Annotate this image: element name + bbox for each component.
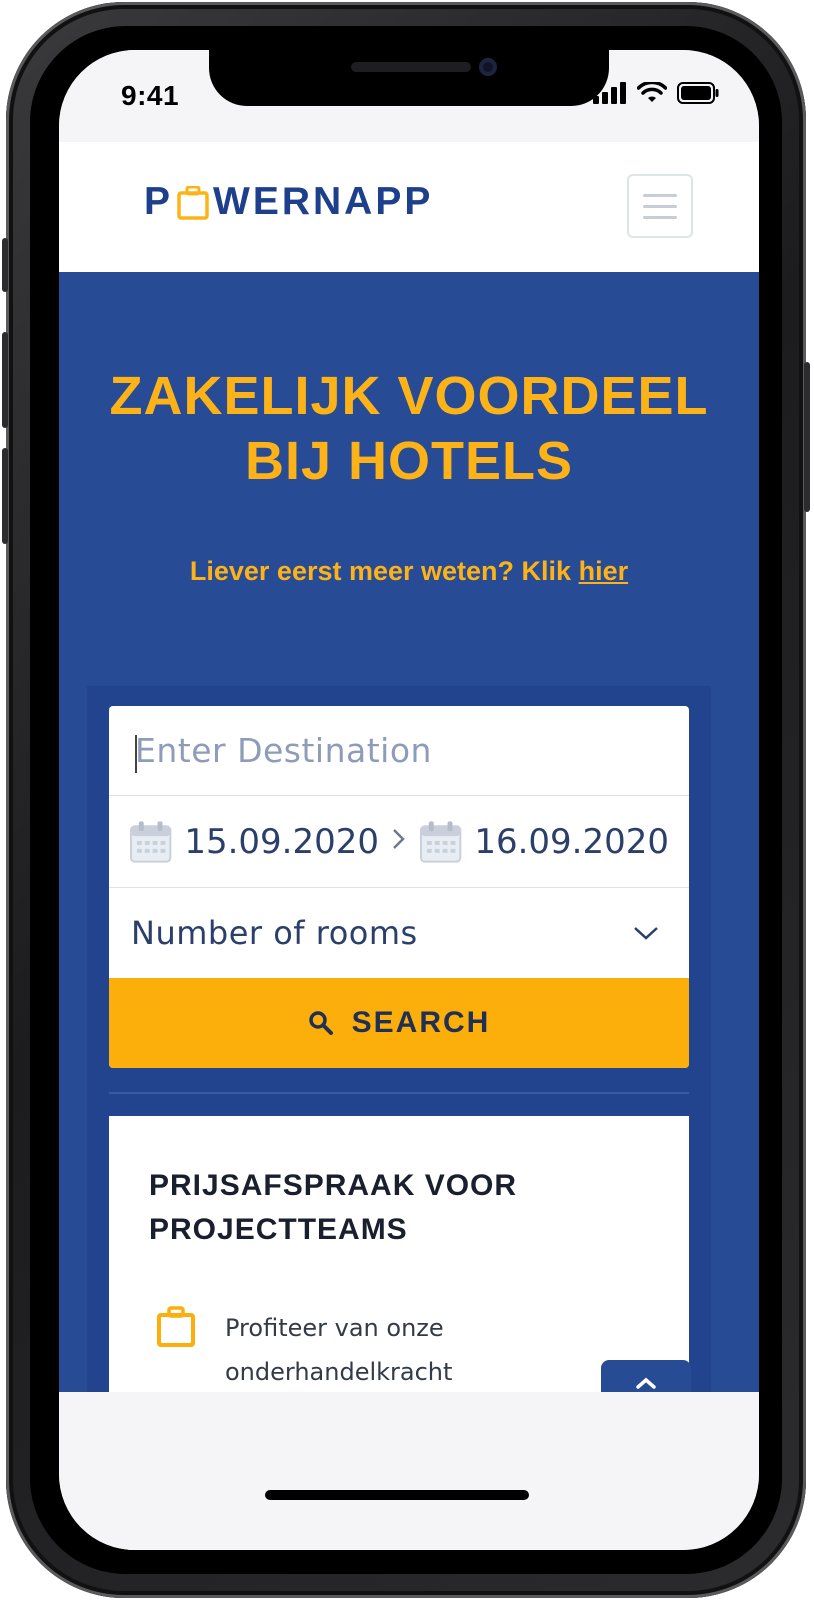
search-form: 15.09.2020 xyxy=(109,706,689,1068)
chevron-down-icon xyxy=(634,927,658,940)
destination-input[interactable] xyxy=(135,731,655,770)
menu-bar-icon xyxy=(643,204,677,208)
status-icons xyxy=(593,82,719,104)
volume-down-button xyxy=(2,448,8,544)
more-info-link[interactable]: hier xyxy=(579,556,629,586)
benefit-item: Profiteer van onze onderhandelkracht xyxy=(157,1306,545,1394)
speaker-grille xyxy=(351,62,471,72)
hero-subtitle: Liever eerst meer weten? Klik hier xyxy=(59,556,759,587)
rooms-select[interactable]: Number of rooms xyxy=(109,888,689,978)
search-panel: 15.09.2020 xyxy=(87,686,711,1406)
calendar-icon xyxy=(129,820,172,863)
front-camera xyxy=(479,58,497,76)
search-button[interactable]: SEARCH xyxy=(109,978,689,1068)
chevron-up-icon xyxy=(636,1377,656,1389)
powernapp-logo[interactable]: P WERNAPP xyxy=(144,180,433,224)
hero-title: ZAKELIJK VOORDEEL BIJ HOTELS xyxy=(109,366,709,491)
divider xyxy=(109,1092,689,1094)
hero-subtitle-text: Liever eerst meer weten? Klik xyxy=(189,556,572,586)
browser-bottom-area xyxy=(59,1392,759,1550)
battery-icon xyxy=(677,82,719,104)
status-time: 9:41 xyxy=(121,80,180,111)
benefit-text: Profiteer van onze onderhandelkracht xyxy=(225,1314,453,1386)
destination-field[interactable] xyxy=(109,706,689,796)
mute-switch xyxy=(2,238,8,292)
screen: 9:41 P WERNAPP ZAKELIJK VOORDEEL BIJ HOT… xyxy=(59,50,759,1550)
navbar: P WERNAPP xyxy=(59,142,759,272)
search-button-label: SEARCH xyxy=(351,1006,491,1039)
wifi-icon xyxy=(637,82,667,102)
volume-up-button xyxy=(2,332,8,428)
date-range-field: 15.09.2020 16.09.2020 xyxy=(109,796,689,888)
rooms-select-label: Number of rooms xyxy=(131,914,418,952)
menu-bar-icon xyxy=(643,193,677,197)
power-button xyxy=(804,362,810,512)
chevron-right-icon xyxy=(379,827,419,857)
checkout-date[interactable]: 16.09.2020 xyxy=(419,820,669,864)
logo-text-start: P xyxy=(144,180,174,223)
suitcase-icon xyxy=(157,1306,195,1347)
calendar-icon xyxy=(419,820,462,863)
hamburger-menu-button[interactable] xyxy=(627,174,693,238)
notch xyxy=(209,50,609,106)
suitcase-icon xyxy=(177,185,209,220)
checkin-date-text: 15.09.2020 xyxy=(184,821,379,862)
text-caret xyxy=(135,735,137,773)
hero-section: ZAKELIJK VOORDEEL BIJ HOTELS Liever eers… xyxy=(59,272,759,1406)
checkin-date[interactable]: 15.09.2020 xyxy=(129,820,379,864)
search-icon xyxy=(308,1011,333,1035)
logo-text-end: WERNAPP xyxy=(213,180,434,223)
feature-card-title: PRIJSAFSPRAAK VOOR PROJECTTEAMS xyxy=(149,1169,518,1246)
checkout-date-text: 16.09.2020 xyxy=(474,821,669,862)
menu-bar-icon xyxy=(643,215,677,219)
home-indicator[interactable] xyxy=(265,1490,529,1500)
phone-frame: 9:41 P WERNAPP ZAKELIJK VOORDEEL BIJ HOT… xyxy=(2,2,810,1598)
